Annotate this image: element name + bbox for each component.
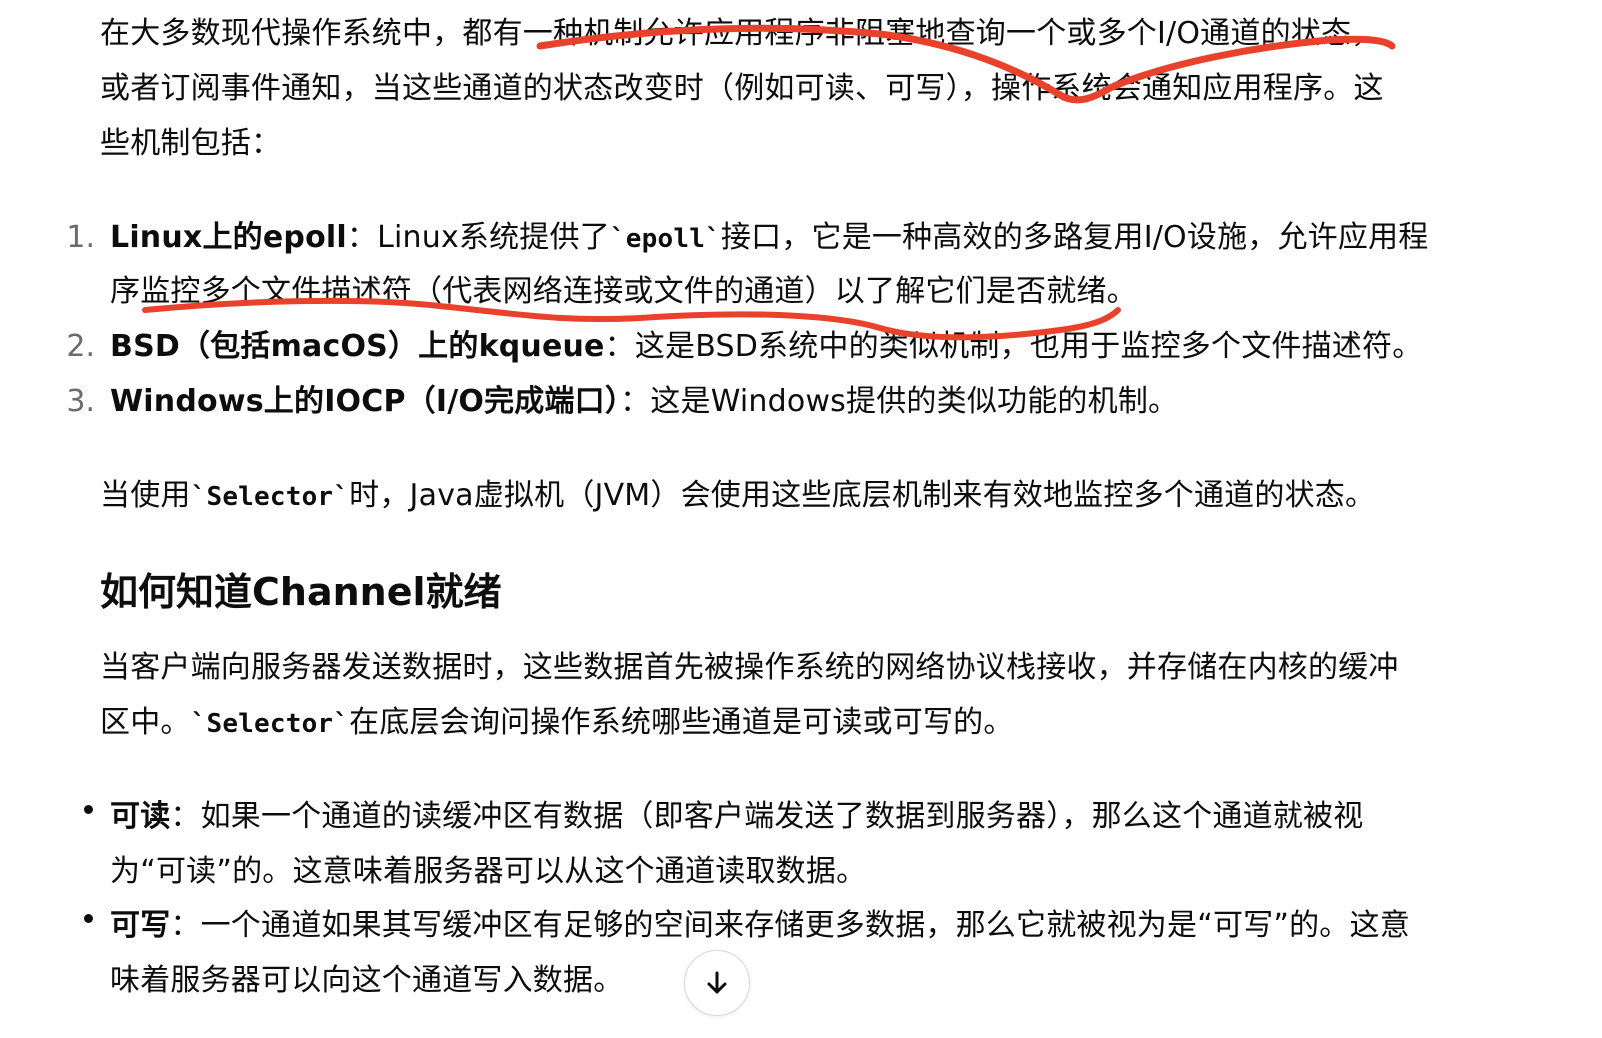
selector-paragraph: 当使用`Selector`时，Java虚拟机（JVM）会使用这些底层机制来有效地…	[100, 476, 1375, 517]
paragraph-text: 区中。	[100, 705, 191, 740]
bullet-text: 一个通道如果其写缓冲区有足够的空间来存储更多数据，那么它就被视为是“可写”的。这…	[200, 908, 1410, 943]
list-item-epoll-line-2: 序监控多个文件描述符（代表网络连接或文件的通道）以了解它们是否就绪。	[110, 274, 1137, 309]
inline-code: `Selector`	[190, 482, 350, 512]
list-item-text: 这是BSD系统中的类似机制，也用于监控多个文件描述符。	[634, 329, 1423, 364]
separator: ：	[170, 908, 201, 943]
separator: ：	[604, 329, 635, 364]
list-item-title: BSD（包括macOS）上的kqueue	[110, 329, 605, 364]
paragraph-text: 在底层会询问操作系统哪些通道是可读或可写的。	[349, 705, 1014, 740]
section-line-2: 区中。`Selector`在底层会询问操作系统哪些通道是可读或可写的。	[100, 703, 1014, 744]
bullet-title: 可读	[110, 799, 171, 834]
bullet-readable-line-2: 为“可读”的。这意味着服务器可以从这个通道读取数据。	[110, 854, 867, 889]
intro-line-2: 或者订阅事件通知，当这些通道的状态改变时（例如可读、可写），操作系统会通知应用程…	[100, 71, 1384, 106]
paragraph-text: 当使用	[100, 478, 191, 513]
bullet-text: 如果一个通道的读缓冲区有数据（即客户端发送了数据到服务器），那么这个通道就被视	[200, 799, 1364, 834]
list-item-title: Windows上的IOCP（I/O完成端口）	[110, 384, 621, 419]
bullet-writable-line-2: 味着服务器可以向这个通道写入数据。	[110, 963, 624, 998]
separator: ：	[346, 220, 378, 255]
list-item-text: 这是Windows提供的类似功能的机制。	[650, 384, 1179, 419]
separator: ：	[170, 799, 201, 834]
list-item-epoll: Linux上的epoll：Linux系统提供了`epoll`接口，它是一种高效的…	[110, 218, 1428, 259]
inline-code: `epoll`	[609, 224, 721, 254]
scroll-down-button[interactable]	[684, 950, 750, 1016]
intro-line-1: 在大多数现代操作系统中，都有一种机制允许应用程序非阻塞地查询一个或多个I/O通道…	[100, 16, 1382, 51]
list-item-text: Linux系统提供了	[377, 220, 610, 255]
bullet-title: 可写	[110, 908, 171, 943]
section-heading: 如何知道Channel就绪	[100, 570, 502, 614]
separator: ：	[620, 384, 651, 419]
list-number: 3.	[66, 384, 95, 419]
list-number: 2.	[66, 329, 95, 364]
bullet-readable: 可读：如果一个通道的读缓冲区有数据（即客户端发送了数据到服务器），那么这个通道就…	[110, 797, 1363, 837]
list-item-text: 接口，它是一种高效的多路复用I/O设施，允许应用程	[720, 220, 1429, 255]
bullet-writable: 可写：一个通道如果其写缓冲区有足够的空间来存储更多数据，那么它就被视为是“可写”…	[110, 906, 1410, 946]
list-number: 1.	[66, 220, 95, 255]
bullet-dot	[84, 805, 93, 814]
inline-code: `Selector`	[190, 709, 350, 739]
intro-line-3: 些机制包括：	[100, 126, 282, 161]
section-line-1: 当客户端向服务器发送数据时，这些数据首先被操作系统的网络协议栈接收，并存储在内核…	[100, 650, 1399, 685]
list-item-title: Linux上的epoll	[110, 220, 347, 255]
arrow-down-icon	[707, 971, 727, 994]
list-item-iocp: Windows上的IOCP（I/O完成端口）：这是Windows提供的类似功能的…	[110, 382, 1178, 422]
bullet-dot	[84, 914, 93, 923]
paragraph-text: 时，Java虚拟机（JVM）会使用这些底层机制来有效地监控多个通道的状态。	[349, 478, 1376, 513]
list-item-kqueue: BSD（包括macOS）上的kqueue：这是BSD系统中的类似机制，也用于监控…	[110, 327, 1422, 367]
